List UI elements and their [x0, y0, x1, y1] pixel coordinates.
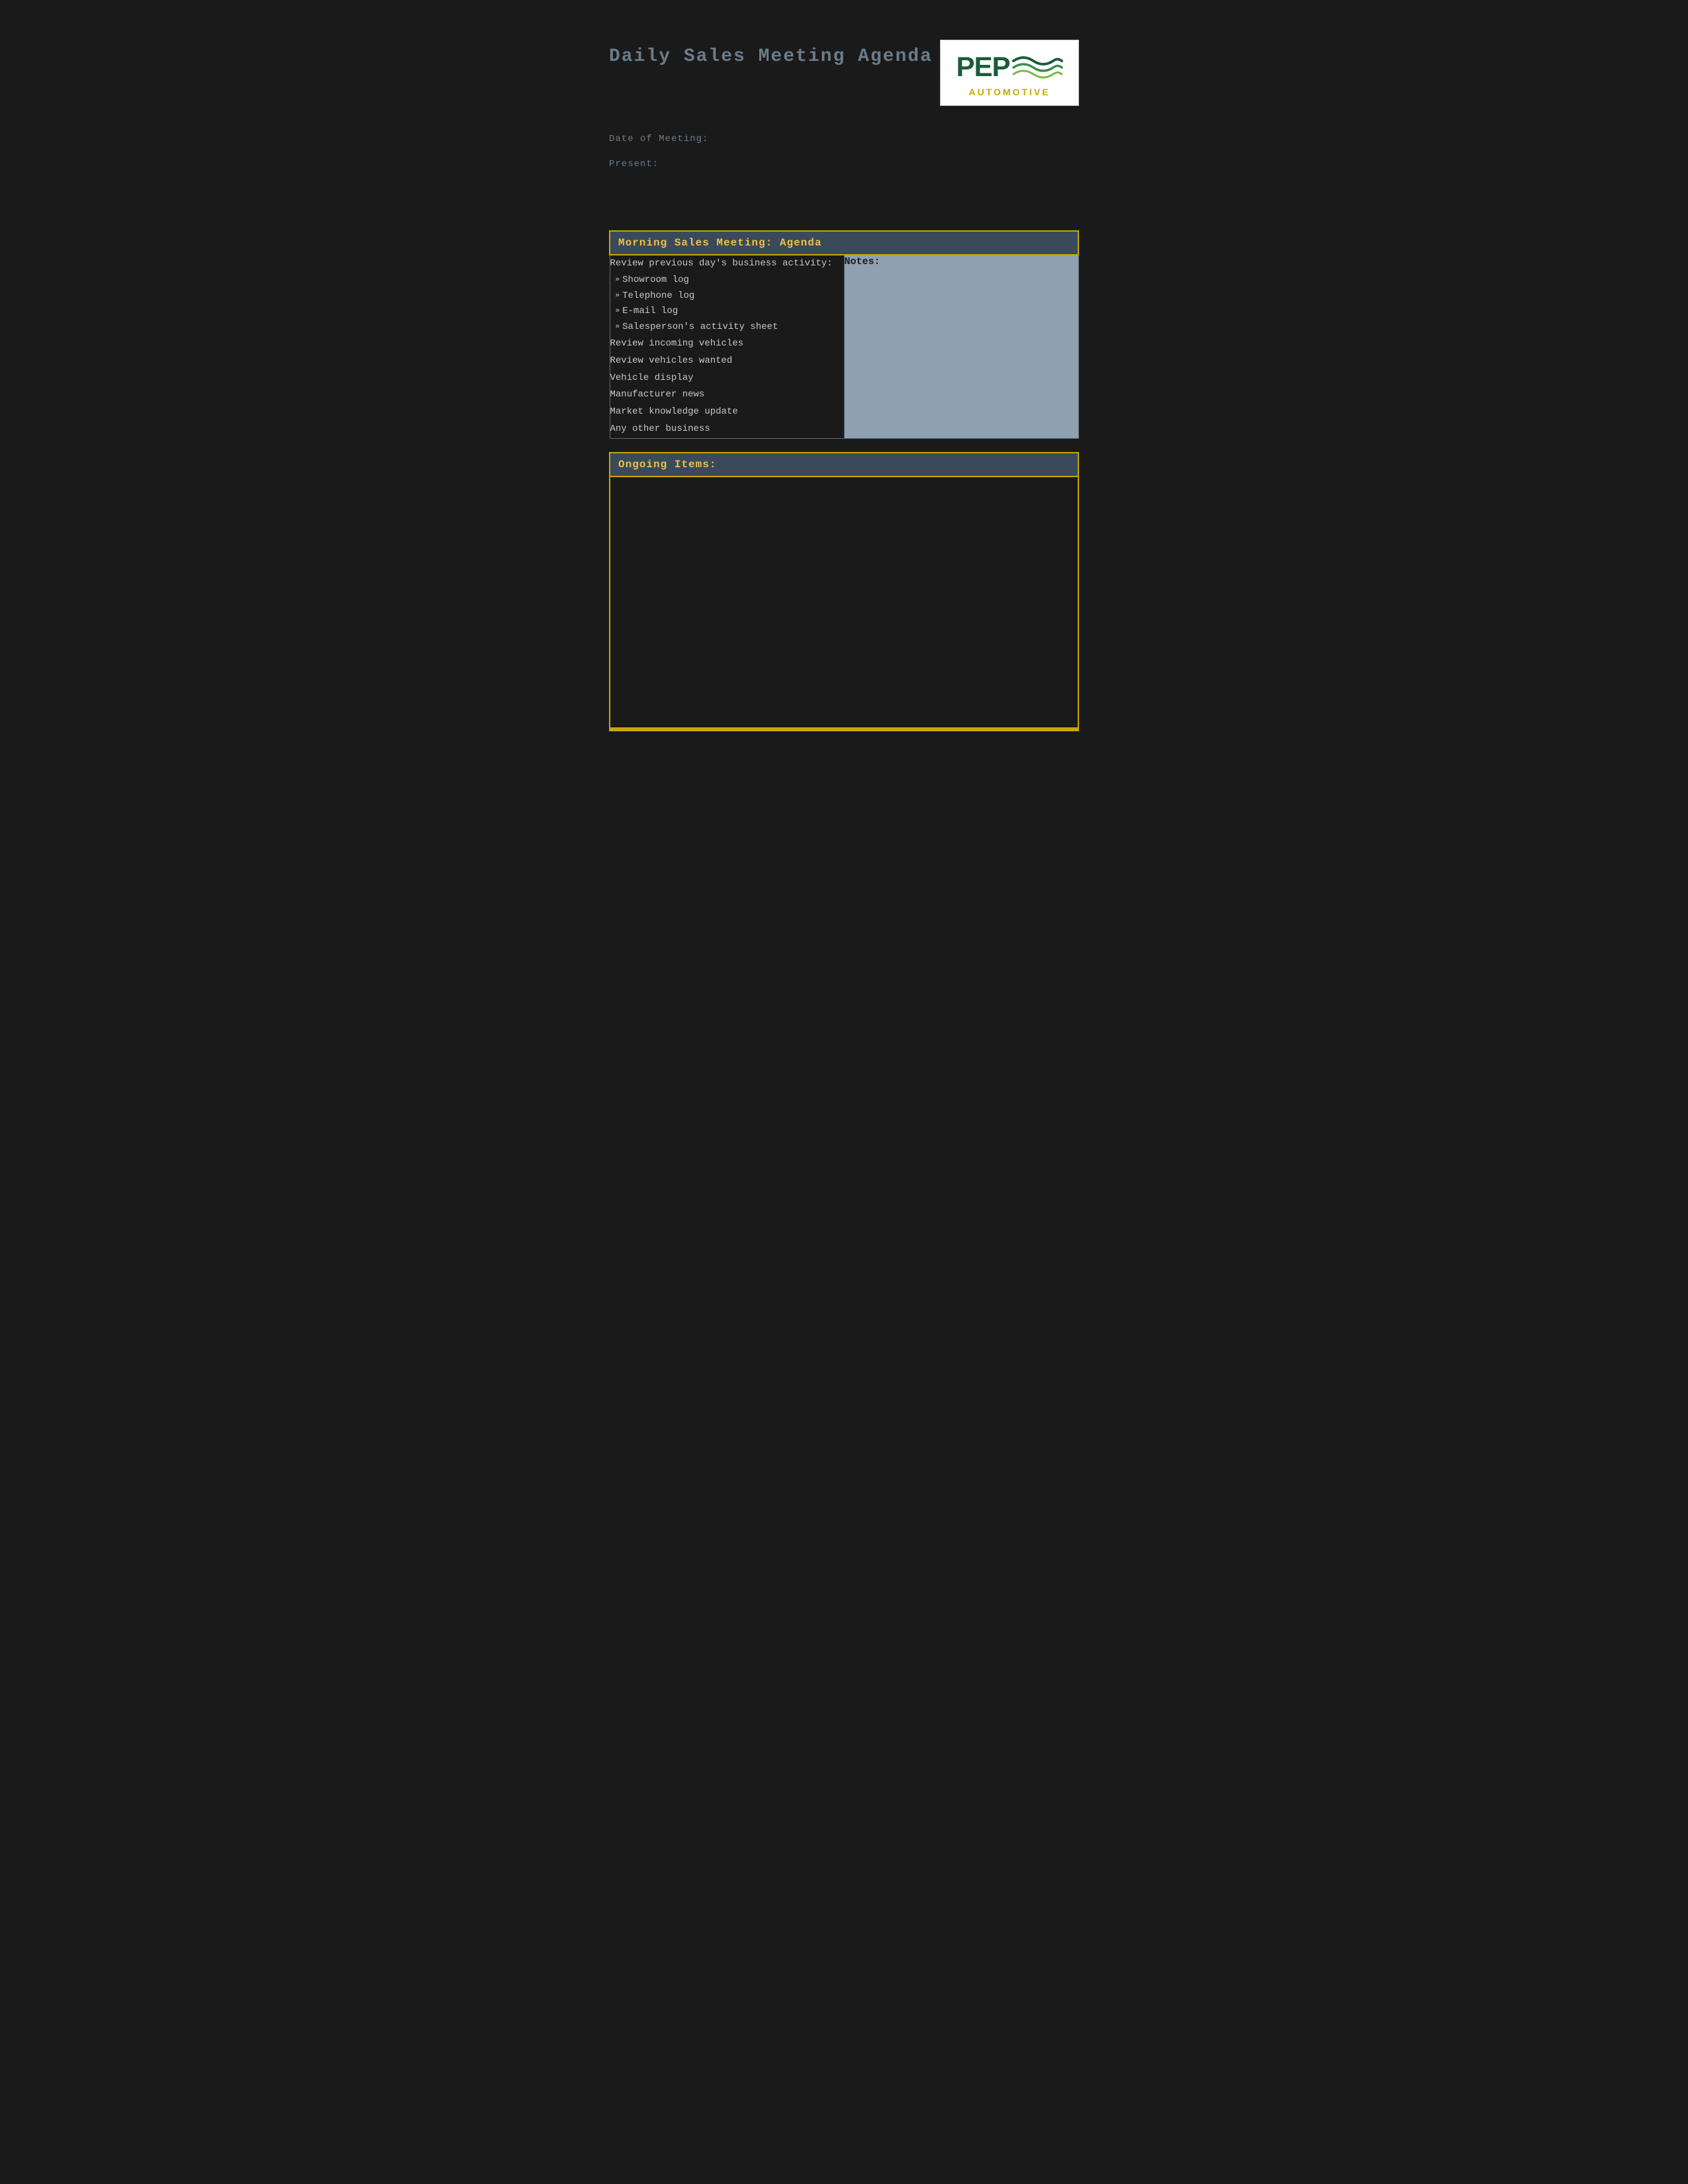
- bullet-arrow-icon-3: »: [616, 305, 620, 318]
- vehicle-display: Vehicle display: [610, 370, 844, 387]
- bullet-salesperson-sheet: » Salesperson's activity sheet: [616, 320, 844, 336]
- notes-label: Notes:: [845, 256, 880, 267]
- logo: PEP AUTOMOTIVE: [940, 40, 1079, 106]
- ongoing-body-row: [610, 477, 1078, 728]
- bullet-email-log-label: E-mail log: [622, 304, 678, 320]
- ongoing-body-cell: [610, 477, 1078, 728]
- spacer: [609, 177, 1079, 230]
- ongoing-header-cell: Ongoing Items:: [610, 453, 1078, 477]
- morning-meeting-table: Morning Sales Meeting: Agenda Review pre…: [609, 230, 1079, 439]
- page: Daily Sales Meeting Agenda PEP AUTOMOTIV…: [583, 20, 1105, 751]
- ongoing-items-table: Ongoing Items:: [609, 452, 1079, 729]
- bullet-showroom-log-label: Showroom log: [622, 273, 689, 289]
- notes-col: Notes:: [844, 255, 1078, 438]
- present-field: Present:: [609, 158, 1079, 169]
- review-vehicles-wanted: Review vehicles wanted: [610, 353, 844, 370]
- bullet-telephone-log-label: Telephone log: [622, 289, 694, 304]
- agenda-body-row: Review previous day's business activity:…: [610, 255, 1078, 438]
- bullet-telephone-log: » Telephone log: [616, 289, 844, 304]
- morning-header-row: Morning Sales Meeting: Agenda: [610, 231, 1078, 255]
- bullet-arrow-icon-4: »: [616, 321, 620, 334]
- bullet-email-log: » E-mail log: [616, 304, 844, 320]
- morning-header-cell: Morning Sales Meeting: Agenda: [610, 231, 1078, 255]
- logo-text: PEP: [956, 53, 1009, 81]
- any-other-business: Any other business: [610, 421, 844, 438]
- date-of-meeting: Date of Meeting:: [609, 132, 1079, 144]
- page-title: Daily Sales Meeting Agenda: [609, 46, 933, 67]
- header: Daily Sales Meeting Agenda PEP AUTOMOTIV…: [609, 40, 1079, 106]
- market-knowledge-update: Market knowledge update: [610, 404, 844, 421]
- agenda-left-col: Review previous day's business activity:…: [610, 255, 844, 438]
- ongoing-header-row: Ongoing Items:: [610, 453, 1078, 477]
- logo-tagline: AUTOMOTIVE: [968, 87, 1050, 97]
- review-previous-heading: Review previous day's business activity:: [610, 255, 844, 273]
- logo-wave-icon: [1010, 49, 1063, 85]
- manufacturer-news: Manufacturer news: [610, 387, 844, 404]
- bullet-showroom-log: » Showroom log: [616, 273, 844, 289]
- review-incoming-vehicles: Review incoming vehicles: [610, 336, 844, 353]
- bullet-salesperson-label: Salesperson's activity sheet: [622, 320, 778, 336]
- bottom-border: [609, 729, 1079, 731]
- bullet-arrow-icon-2: »: [616, 290, 620, 302]
- bullet-arrow-icon: »: [616, 274, 620, 287]
